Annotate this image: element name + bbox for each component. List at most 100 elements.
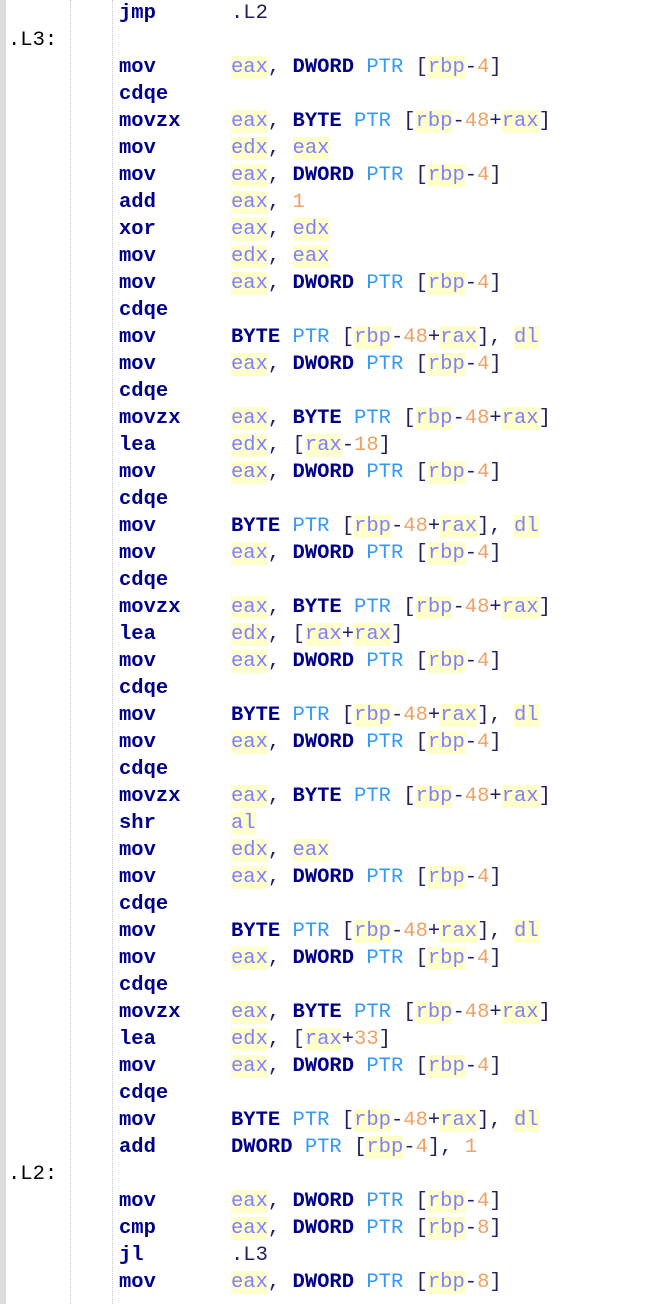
ptr-keyword-token: PTR — [366, 1217, 404, 1240]
code-line[interactable]: movzx eax, BYTE PTR [rbp-48+rax] — [0, 108, 657, 135]
number-token: 48 — [464, 407, 490, 430]
punctuation-token: , — [267, 245, 293, 268]
mnemonic: movzx — [119, 596, 181, 619]
code-line[interactable]: cmp eax, DWORD PTR [rbp-8] — [0, 1215, 657, 1242]
mnemonic: cdqe — [119, 488, 169, 511]
register-token: rbp — [354, 326, 391, 349]
code-line[interactable]: mov eax, DWORD PTR [rbp-4] — [0, 459, 657, 486]
punctuation-token: , — [267, 218, 293, 241]
code-line[interactable]: mov BYTE PTR [rbp-48+rax], dl — [0, 324, 657, 351]
register-token: eax — [231, 596, 268, 619]
code-line[interactable]: cdqe — [0, 378, 657, 405]
size-keyword-token: DWORD — [292, 542, 355, 565]
punctuation-token: ], — [477, 920, 514, 943]
code-line[interactable]: mov eax, DWORD PTR [rbp-4] — [0, 864, 657, 891]
code-line[interactable]: shr al — [0, 810, 657, 837]
code-line[interactable]: mov eax, DWORD PTR [rbp-4] — [0, 270, 657, 297]
code-line[interactable]: mov eax, DWORD PTR [rbp-4] — [0, 648, 657, 675]
code-line[interactable]: mov BYTE PTR [rbp-48+rax], dl — [0, 702, 657, 729]
register-token: rbp — [427, 866, 465, 889]
punctuation-token: , — [267, 1055, 293, 1078]
punctuation-token: [ — [403, 1190, 428, 1213]
register-token: eax — [231, 461, 268, 484]
code-line[interactable]: cdqe — [0, 891, 657, 918]
code-line[interactable]: add eax, 1 — [0, 189, 657, 216]
code-line[interactable]: mov edx, eax — [0, 243, 657, 270]
code-line-label[interactable]: .L3: — [0, 27, 657, 54]
mnemonic: cdqe — [119, 893, 169, 916]
code-line[interactable]: cdqe — [0, 756, 657, 783]
register-token: eax — [231, 272, 268, 295]
punctuation-token: ], — [477, 515, 514, 538]
code-line[interactable]: cdqe — [0, 567, 657, 594]
code-line[interactable]: mov eax, DWORD PTR [rbp-4] — [0, 1188, 657, 1215]
code-editor[interactable]: jmp .L2 .L3: mov eax, DWORD PTR [rbp-4] cdqe m… — [0, 0, 657, 1304]
code-line[interactable]: mov edx, eax — [0, 135, 657, 162]
operands: BYTE PTR [rbp-48+rax], dl — [231, 513, 539, 540]
punctuation-token: , — [267, 839, 293, 862]
code-line[interactable]: mov eax, DWORD PTR [rbp-4] — [0, 1053, 657, 1080]
operands: edx, [rax+rax] — [231, 621, 403, 648]
register-token: eax — [231, 866, 268, 889]
ptr-keyword-token: PTR — [292, 326, 330, 349]
code-line[interactable]: cdqe — [0, 81, 657, 108]
code-line[interactable]: mov eax, DWORD PTR [rbp-4] — [0, 540, 657, 567]
code-line[interactable]: lea edx, [rax-18] — [0, 432, 657, 459]
code-line[interactable]: mov eax, DWORD PTR [rbp-8] — [0, 1269, 657, 1296]
code-line[interactable]: cdqe — [0, 297, 657, 324]
code-line[interactable]: mov eax, DWORD PTR [rbp-4] — [0, 162, 657, 189]
punctuation-token — [280, 920, 292, 943]
punctuation-token: ] — [378, 434, 391, 457]
code-line[interactable]: movzx eax, BYTE PTR [rbp-48+rax] — [0, 594, 657, 621]
punctuation-token — [342, 1001, 354, 1024]
code-line[interactable]: mov BYTE PTR [rbp-48+rax], dl — [0, 513, 657, 540]
mnemonic: mov — [119, 839, 156, 862]
code-line[interactable]: cdqe — [0, 486, 657, 513]
punctuation-token: [ — [403, 866, 428, 889]
code-line[interactable]: xor eax, edx — [0, 216, 657, 243]
punctuation-token — [342, 110, 354, 133]
code-line[interactable]: jl .L3 — [0, 1242, 657, 1269]
code-line[interactable]: lea edx, [rax+rax] — [0, 621, 657, 648]
punctuation-token: , — [267, 596, 293, 619]
code-line[interactable]: mov BYTE PTR [rbp-48+rax], dl — [0, 1107, 657, 1134]
code-line[interactable]: mov eax, DWORD PTR [rbp-4] — [0, 351, 657, 378]
code-line[interactable]: add DWORD PTR [rbp-4], 1 — [0, 1134, 657, 1161]
operands: eax, BYTE PTR [rbp-48+rax] — [231, 405, 551, 432]
punctuation-token: , — [267, 1190, 293, 1213]
punctuation-token: , — [267, 650, 293, 673]
code-line[interactable]: mov BYTE PTR [rbp-48+rax], dl — [0, 918, 657, 945]
mnemonic: cdqe — [119, 677, 169, 700]
code-line[interactable]: mov eax, DWORD PTR [rbp-4] — [0, 729, 657, 756]
register-token: edx — [231, 1028, 268, 1051]
punctuation-token — [342, 407, 354, 430]
number-token: 4 — [477, 353, 490, 376]
mnemonic: mov — [119, 353, 156, 376]
code-line[interactable]: cdqe — [0, 675, 657, 702]
register-token: dl — [514, 1109, 539, 1132]
code-line[interactable]: movzx eax, BYTE PTR [rbp-48+rax] — [0, 999, 657, 1026]
operands: edx, [rax+33] — [231, 1026, 391, 1053]
code-line[interactable]: movzx eax, BYTE PTR [rbp-48+rax] — [0, 783, 657, 810]
code-line-label[interactable]: .L2: — [0, 1161, 657, 1188]
register-token: rbp — [427, 353, 465, 376]
code-line[interactable]: cdqe — [0, 972, 657, 999]
size-keyword-token: DWORD — [292, 272, 355, 295]
register-token: rax — [501, 596, 539, 619]
register-token: edx — [292, 218, 330, 241]
code-line[interactable]: mov eax, DWORD PTR [rbp-4] — [0, 945, 657, 972]
ptr-keyword-token: PTR — [304, 1136, 342, 1159]
code-line[interactable]: mov edx, eax — [0, 837, 657, 864]
register-token: rax — [304, 1028, 342, 1051]
code-line[interactable]: cdqe — [0, 1080, 657, 1107]
number-token: 48 — [403, 515, 428, 538]
code-line[interactable]: movzx eax, BYTE PTR [rbp-48+rax] — [0, 405, 657, 432]
code-line[interactable]: lea edx, [rax+33] — [0, 1026, 657, 1053]
punctuation-token — [293, 1136, 305, 1159]
punctuation-token: ] — [489, 1217, 502, 1240]
code-line[interactable]: mov eax, DWORD PTR [rbp-4] — [0, 54, 657, 81]
mnemonic: cdqe — [119, 1082, 169, 1105]
size-keyword-token: DWORD — [292, 650, 355, 673]
code-line[interactable]: jmp .L2 — [0, 0, 657, 27]
number-token: 4 — [415, 1136, 428, 1159]
